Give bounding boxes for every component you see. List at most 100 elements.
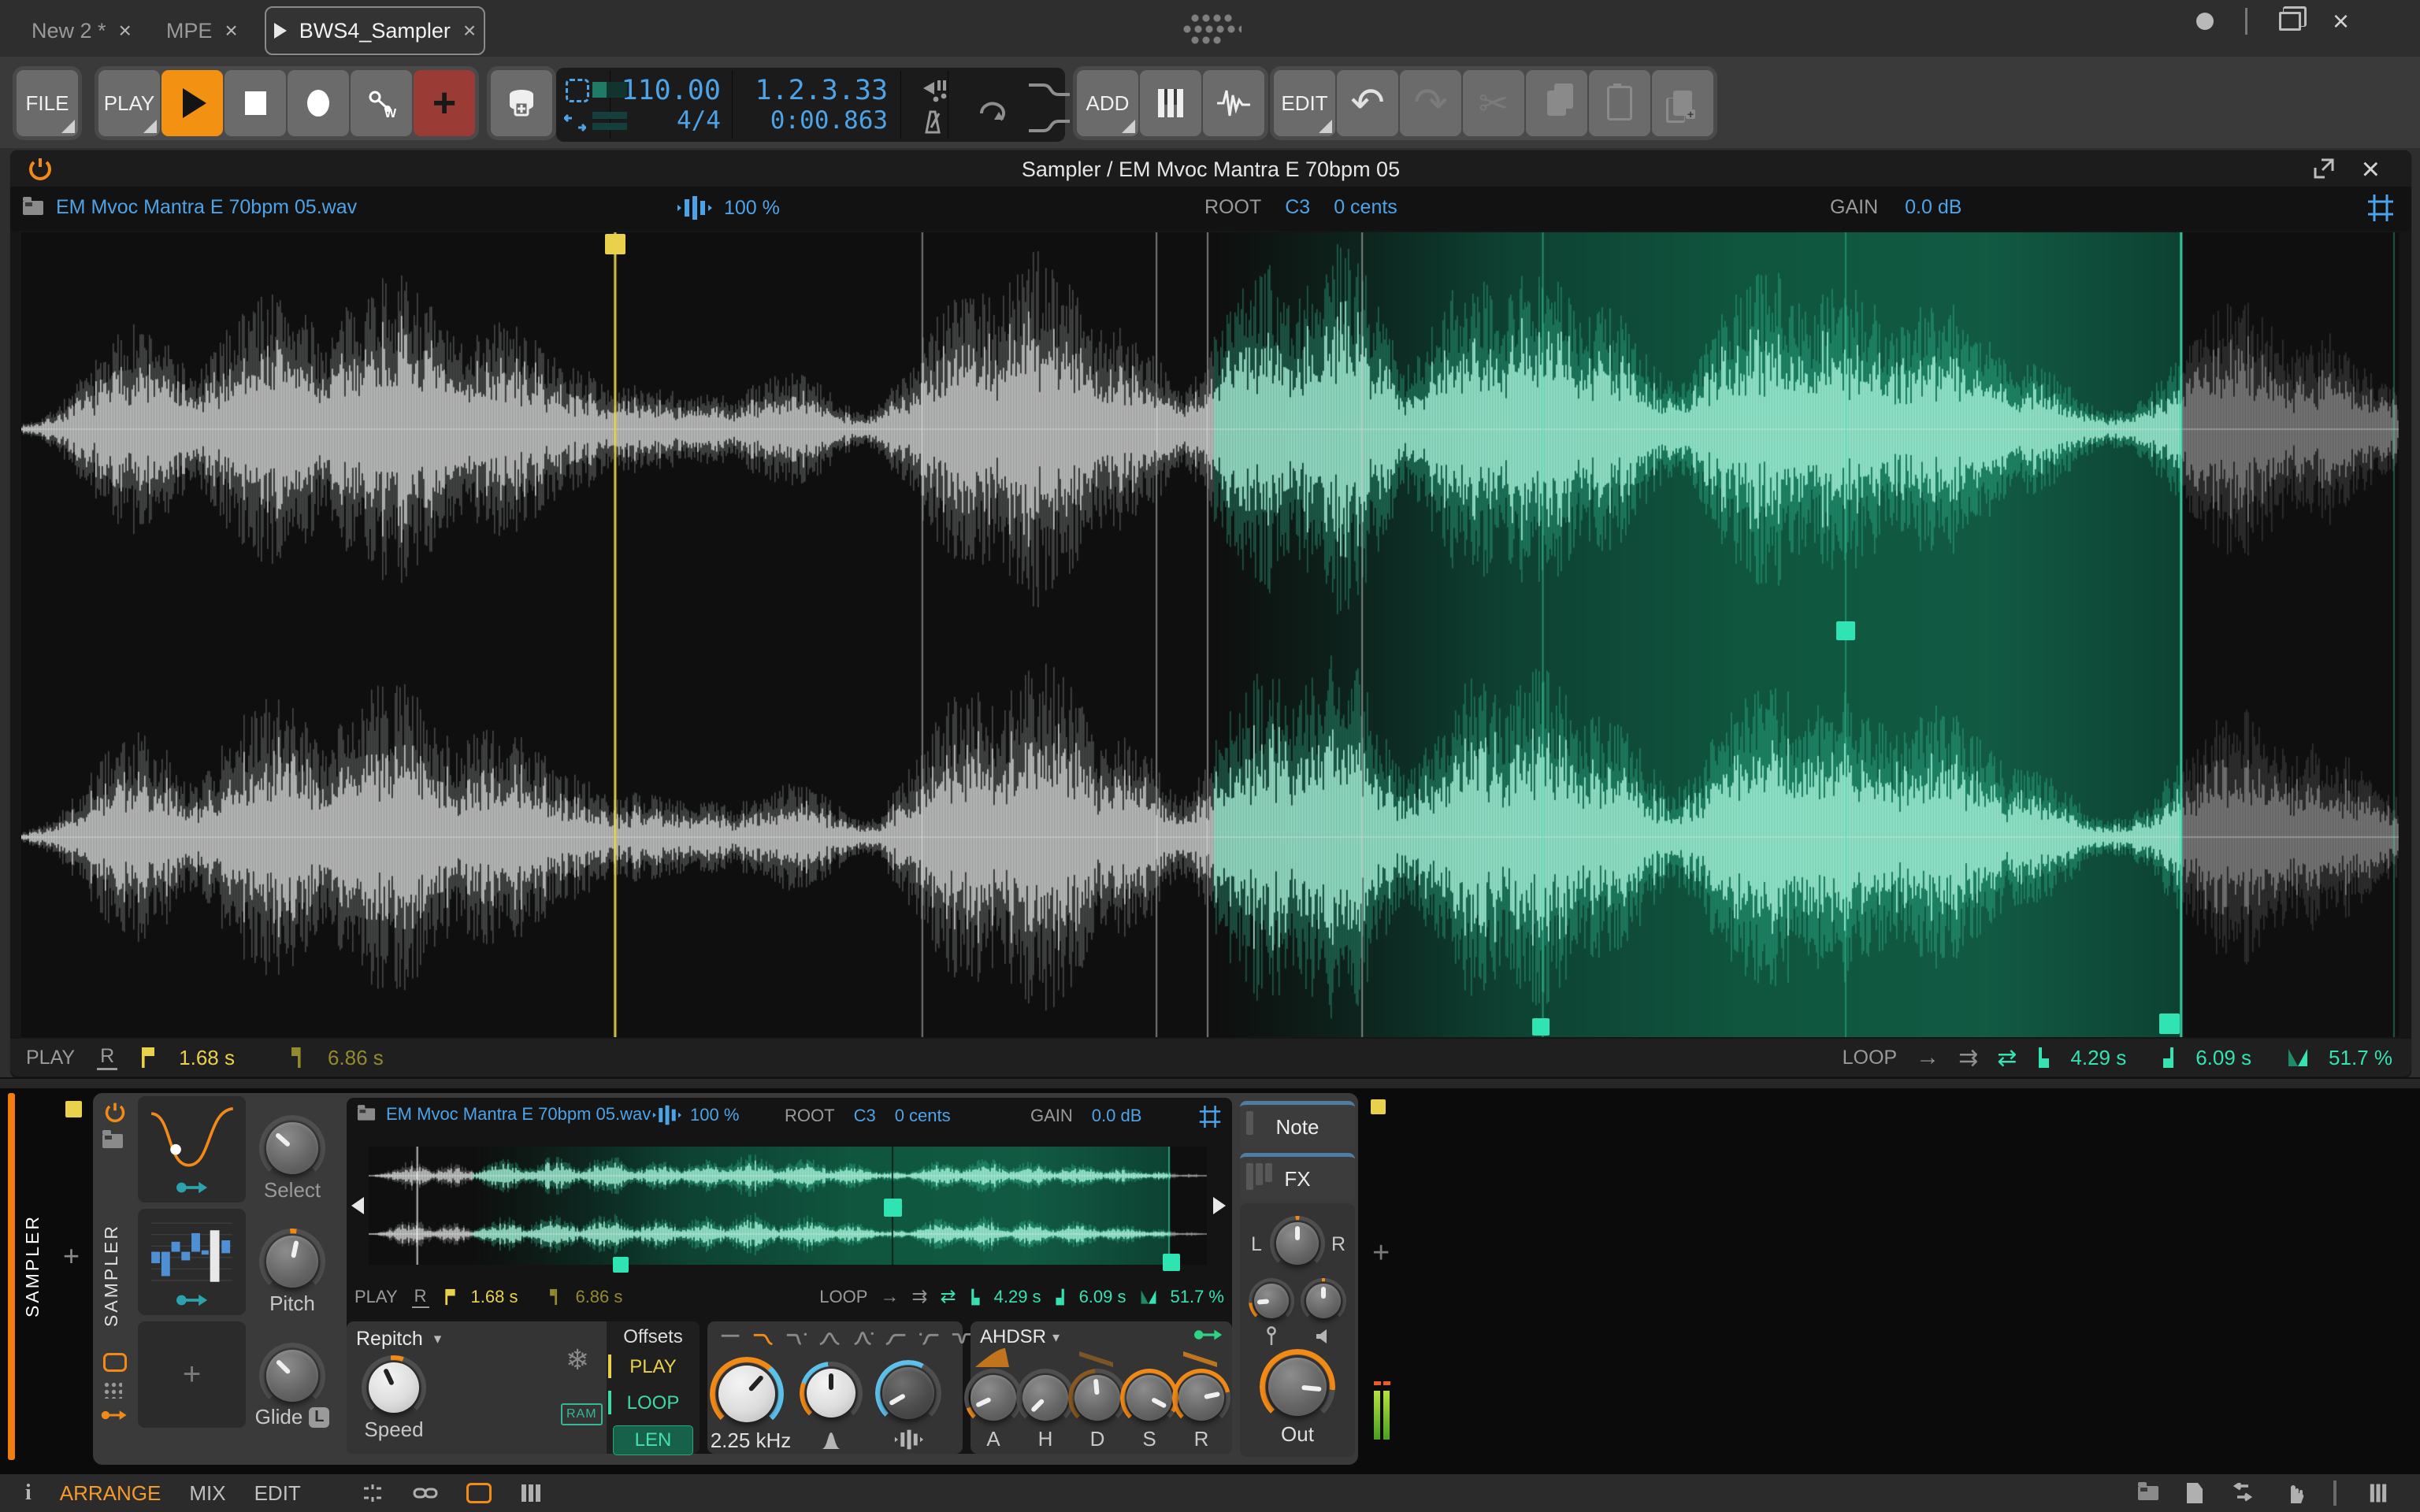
filter-bp4-icon[interactable] xyxy=(851,1329,876,1348)
sample-file-name[interactable]: EM Mvoc Mantra E 70bpm 05.wav xyxy=(386,1104,651,1125)
loop-crossfade-handle[interactable] xyxy=(1836,621,1855,640)
arranger-loop-icon[interactable] xyxy=(971,88,1011,123)
envelope-mod-out-icon[interactable] xyxy=(1193,1328,1224,1342)
browser-panel-icon[interactable] xyxy=(2138,1482,2158,1500)
loop-mode-off-icon[interactable]: → xyxy=(880,1286,899,1308)
out-knob[interactable] xyxy=(1260,1349,1335,1425)
filter-keytrack-knob[interactable] xyxy=(875,1360,941,1426)
track-name[interactable]: SAMPLER xyxy=(22,1214,43,1317)
loop-mode-pingpong-icon[interactable]: ⇄ xyxy=(1997,1044,2017,1072)
sample-file-name[interactable]: EM Mvoc Mantra E 70bpm 05.wav xyxy=(56,196,357,219)
loop-end-handle[interactable] xyxy=(2159,1014,2180,1034)
note-chain-button[interactable]: Note xyxy=(1240,1101,1355,1149)
glide-knob[interactable] xyxy=(259,1343,325,1409)
filter-bp2-icon[interactable] xyxy=(818,1329,843,1348)
position-time-display[interactable]: 0:00.863 xyxy=(770,106,888,135)
automation-write-button[interactable]: W xyxy=(351,70,412,136)
waveform-canvas[interactable] xyxy=(21,232,2399,1037)
stretch-mode-icon[interactable] xyxy=(677,195,713,221)
detach-panel-icon[interactable] xyxy=(2312,157,2336,180)
mini-waveform-canvas[interactable] xyxy=(369,1147,1207,1265)
panel-close-icon[interactable]: × xyxy=(2362,152,2380,187)
filter-lp2-icon[interactable] xyxy=(752,1329,777,1348)
track-color-strip[interactable] xyxy=(8,1093,15,1460)
reverse-icon[interactable]: R xyxy=(97,1045,118,1070)
gain-value[interactable]: 0.0 dB xyxy=(1905,196,1962,219)
select-knob[interactable] xyxy=(259,1115,325,1181)
touch-mode-icon[interactable] xyxy=(2283,1481,2305,1505)
device-name[interactable]: SAMPLER xyxy=(101,1224,122,1327)
transport-record-button[interactable] xyxy=(288,70,349,136)
device-power-icon[interactable] xyxy=(104,1101,126,1123)
filter-hp4-icon[interactable] xyxy=(917,1329,942,1348)
tab-close-icon[interactable]: × xyxy=(225,18,237,43)
project-tab-new2[interactable]: New 2 * × xyxy=(24,8,139,54)
punch-in-icon[interactable] xyxy=(919,76,950,104)
filter-hp2-icon[interactable] xyxy=(884,1329,909,1348)
ram-icon[interactable]: RAM xyxy=(561,1403,603,1425)
add-audio-track-button[interactable] xyxy=(1203,70,1264,136)
copy-button[interactable] xyxy=(1526,70,1587,136)
scroll-left-icon[interactable] xyxy=(351,1197,364,1214)
automation-touch-icon[interactable] xyxy=(1026,117,1073,135)
play-menu-button[interactable]: PLAY xyxy=(98,70,160,136)
loop-mode-off-icon[interactable]: → xyxy=(1916,1044,1939,1071)
inspector-file-icon[interactable] xyxy=(2187,1483,2203,1503)
tempo-display[interactable]: 110.00 xyxy=(622,75,721,106)
play-mode-select[interactable]: Repitch ▾ xyxy=(356,1328,441,1351)
loop-crossfade-value[interactable]: 51.7 % xyxy=(2329,1046,2392,1070)
keytrack-amount-knob[interactable] xyxy=(1249,1278,1294,1324)
snap-settings-icon[interactable] xyxy=(361,1481,384,1505)
remote-controls-icon[interactable] xyxy=(103,1353,127,1372)
project-tab-mpe[interactable]: MPE × xyxy=(158,8,246,54)
tab-close-icon[interactable]: × xyxy=(463,18,476,43)
cut-button[interactable]: ✂ xyxy=(1463,70,1524,136)
attack-knob[interactable] xyxy=(964,1369,1023,1427)
filter-off-icon[interactable] xyxy=(718,1329,744,1348)
restore-window-icon[interactable] xyxy=(2278,12,2301,31)
duplicate-button[interactable]: + xyxy=(1652,70,1713,136)
play-start-value[interactable]: 1.68 s xyxy=(471,1287,518,1307)
transport-play-button[interactable] xyxy=(161,70,223,136)
overdub-button[interactable]: + xyxy=(414,70,475,136)
transport-stop-button[interactable] xyxy=(225,70,286,136)
loop-mode-forward-icon[interactable]: ⇉ xyxy=(1958,1044,1978,1072)
filter-lp4-icon[interactable] xyxy=(785,1329,810,1348)
automation-follow-icon[interactable] xyxy=(1026,80,1073,99)
pan-knob[interactable] xyxy=(1270,1216,1325,1271)
device-drag-target[interactable] xyxy=(1371,1099,1386,1114)
info-icon[interactable]: i xyxy=(25,1480,32,1506)
undo-button[interactable]: ↶ xyxy=(1337,70,1398,136)
loop-crossfade-value[interactable]: 51.7 % xyxy=(1171,1287,1225,1307)
loop-mode-forward-icon[interactable]: ⇉ xyxy=(911,1285,927,1308)
loop-mode-pingpong-icon[interactable]: ⇄ xyxy=(941,1285,956,1308)
offset-loop-button[interactable]: LOOP xyxy=(607,1391,700,1414)
envelope-type-select[interactable]: AHDSR ▾ xyxy=(980,1326,1060,1348)
root-detune-value[interactable]: 0 cents xyxy=(1334,196,1397,219)
add-instrument-track-button[interactable] xyxy=(1140,70,1201,136)
pitch-knob[interactable] xyxy=(259,1228,325,1295)
scroll-right-icon[interactable] xyxy=(1213,1197,1226,1214)
add-modulator-cell[interactable]: + xyxy=(138,1321,246,1428)
time-signature-display[interactable]: 4/4 xyxy=(677,106,721,135)
root-note-value[interactable]: C3 xyxy=(1285,196,1310,219)
freeze-icon[interactable]: ❄ xyxy=(566,1343,589,1377)
metronome-icon[interactable] xyxy=(920,109,947,135)
layout-tab-arrange[interactable]: ARRANGE xyxy=(60,1481,161,1506)
redo-button[interactable]: ↷ xyxy=(1400,70,1461,136)
loop-start-value[interactable]: 4.29 s xyxy=(994,1287,1041,1307)
play-end-value[interactable]: 6.86 s xyxy=(575,1287,622,1307)
project-tab-bws4-sampler[interactable]: BWS4_Sampler × xyxy=(264,6,486,55)
paste-button[interactable] xyxy=(1589,70,1650,136)
sample-folder-icon[interactable] xyxy=(23,196,43,215)
dual-display-icon[interactable] xyxy=(466,1483,492,1503)
snap-grid-icon[interactable] xyxy=(2367,193,2394,223)
layout-tab-edit[interactable]: EDIT xyxy=(254,1481,301,1506)
loop-end-value[interactable]: 6.09 s xyxy=(2195,1046,2251,1070)
loop-start-handle[interactable] xyxy=(1532,1018,1550,1036)
engine-active-indicator[interactable] xyxy=(2195,13,2214,30)
root-note-value[interactable]: C3 xyxy=(854,1106,876,1126)
add-device-plus[interactable]: + xyxy=(1372,1236,1390,1270)
add-track-plus[interactable]: + xyxy=(63,1240,80,1273)
loop-end-handle[interactable] xyxy=(1163,1254,1180,1271)
